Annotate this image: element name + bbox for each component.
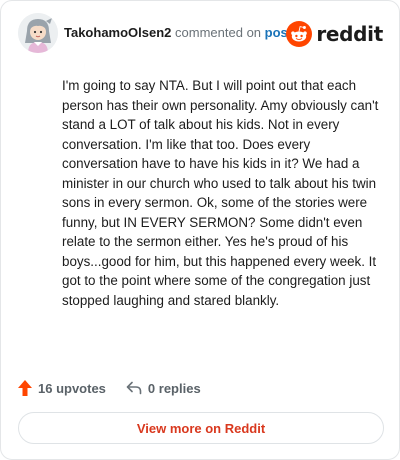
upvotes-stat[interactable]: 16 upvotes [18,380,106,396]
upvote-arrow-icon [18,380,32,396]
reddit-wordmark: reddit [316,22,383,46]
upvotes-count: 16 upvotes [38,380,106,396]
reply-arrow-icon [126,381,142,395]
avatar[interactable] [18,13,58,53]
avatar-image [18,13,58,53]
replies-count: 0 replies [147,380,201,396]
username-link[interactable]: TakohamoOlsen2 [64,25,171,40]
replies-stat[interactable]: 0 replies [126,381,201,396]
comment-footer: 16 upvotes 0 replies [18,377,201,399]
reddit-logo[interactable]: reddit [286,21,383,47]
comment-header: TakohamoOlsen2 commented on post reddit [18,13,383,53]
reddit-snoo-icon [286,21,313,47]
view-more-button[interactable]: View more on Reddit [18,412,384,444]
byline: TakohamoOlsen2 commented on post [64,25,292,41]
comment-body: I'm going to say NTA. But I will point o… [62,78,379,308]
comment-card: TakohamoOlsen2 commented on post reddit … [0,0,400,460]
action-text: commented on [175,25,262,40]
